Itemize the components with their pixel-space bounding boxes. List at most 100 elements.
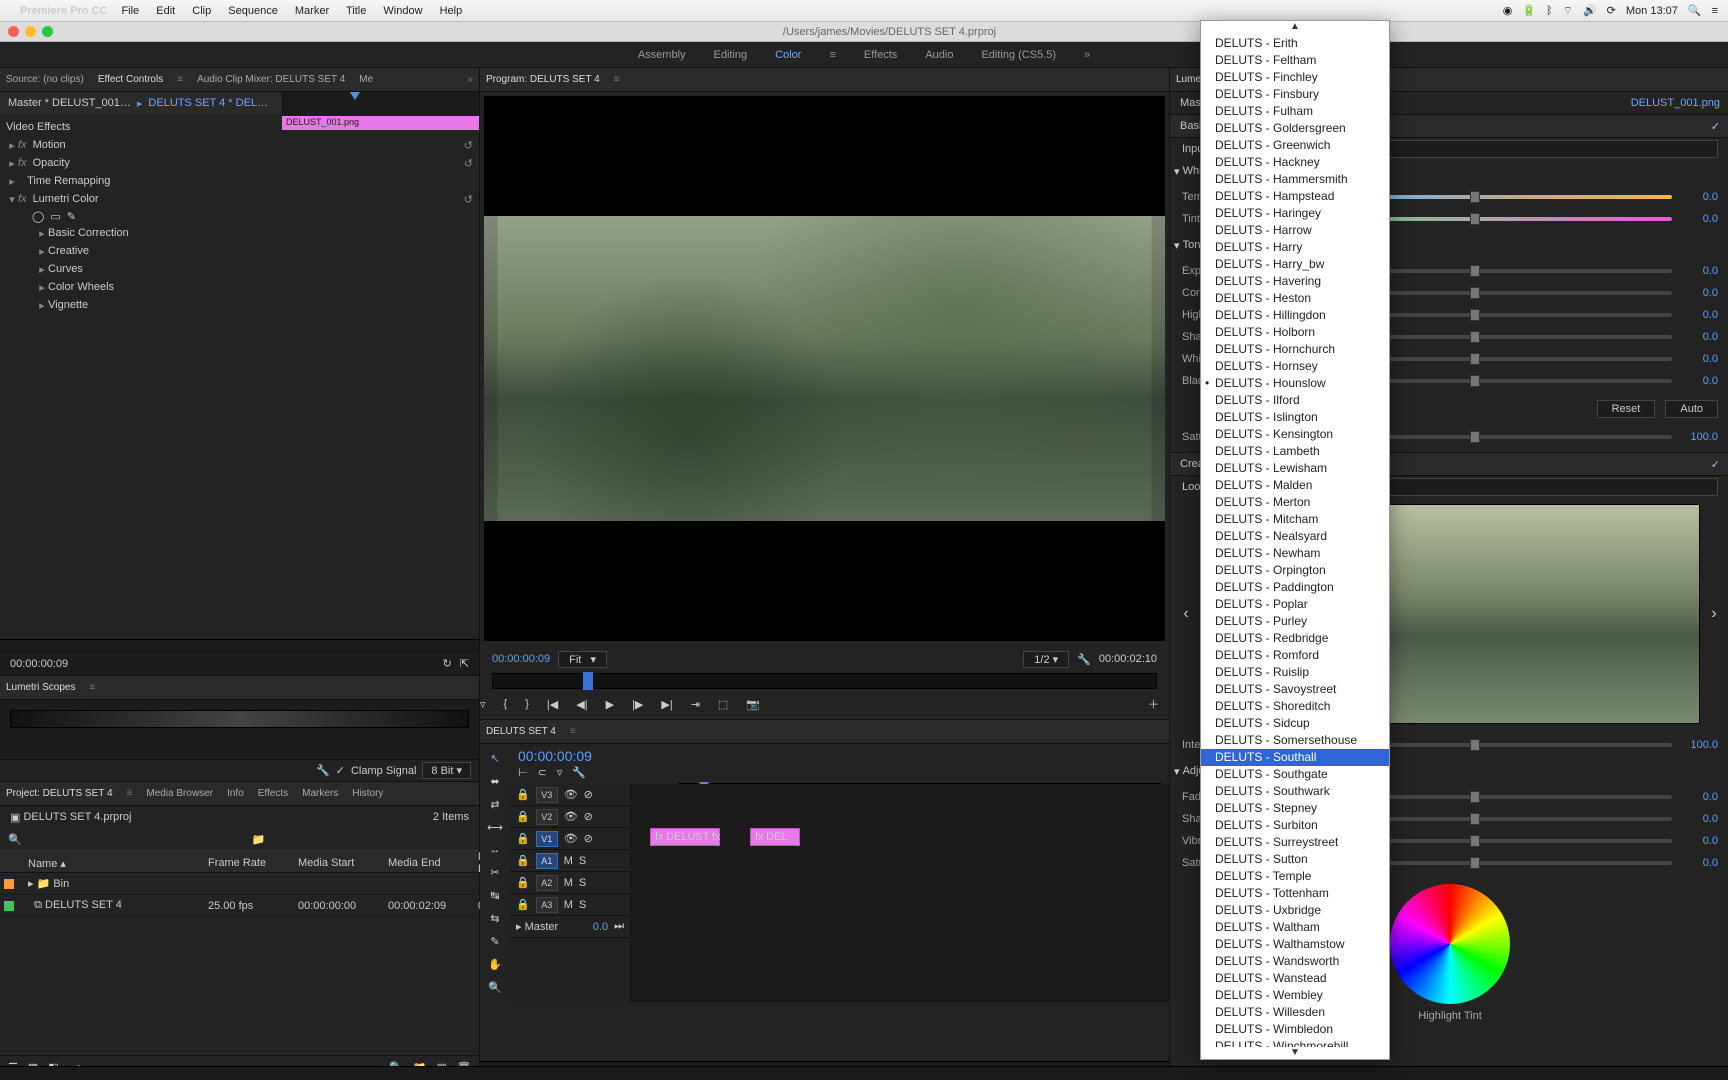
twirl-open-icon[interactable]: ▾ <box>1174 239 1180 252</box>
program-zoom-dropdown[interactable]: Fit ▾ <box>558 651 607 668</box>
dropdown-item[interactable]: DELUTS - Sidcup <box>1201 715 1389 732</box>
dropdown-item[interactable]: DELUTS - Hounslow <box>1201 375 1389 392</box>
col-media-end[interactable]: Media End <box>388 857 478 869</box>
lock-icon[interactable]: 🔒 <box>516 832 530 845</box>
dropdown-item[interactable]: DELUTS - Finchley <box>1201 69 1389 86</box>
track-a2[interactable]: A2 <box>536 875 558 891</box>
dropdown-item[interactable]: DELUTS - Harry <box>1201 239 1389 256</box>
dropdown-item[interactable]: DELUTS - Haringey <box>1201 205 1389 222</box>
tab-markers[interactable]: Markers <box>302 788 338 799</box>
effect-time-remap[interactable]: Time Remapping <box>27 175 473 187</box>
workspace-color-menu-icon[interactable]: ≡ <box>829 49 835 61</box>
go-to-out-icon[interactable]: ▶| <box>661 698 672 711</box>
sync-lock-icon[interactable]: ⊘ <box>584 810 593 823</box>
selection-tool-icon[interactable]: ↖ <box>490 752 499 765</box>
dropdown-item[interactable]: DELUTS - Wandsworth <box>1201 953 1389 970</box>
dropdown-item[interactable]: DELUTS - Hammersmith <box>1201 171 1389 188</box>
marker-add-icon[interactable]: ▿ <box>557 766 563 779</box>
timeline-clip[interactable]: fx DEL <box>750 828 800 846</box>
lumetri-creative[interactable]: Creative <box>48 245 89 257</box>
dropdown-item[interactable]: DELUTS - Willesden <box>1201 1004 1389 1021</box>
dropdown-item[interactable]: DELUTS - Ruislip <box>1201 664 1389 681</box>
dropdown-item[interactable]: DELUTS - Heston <box>1201 290 1389 307</box>
menu-sequence[interactable]: Sequence <box>228 5 278 17</box>
reset-opacity-icon[interactable]: ↺ <box>464 157 473 170</box>
clamp-signal-label[interactable]: Clamp Signal <box>351 765 416 777</box>
ec-mini-timeline[interactable]: :00 <box>282 92 479 116</box>
ec-caret-icon[interactable]: ▸ <box>137 97 143 110</box>
timeline-settings-icon[interactable]: 🔧 <box>572 766 586 779</box>
status-bluetooth-icon[interactable]: ᛒ <box>1546 5 1553 17</box>
lumetri-vignette[interactable]: Vignette <box>48 299 88 311</box>
mask-pen-icon[interactable]: ✎ <box>67 210 76 223</box>
twirl-icon[interactable]: ▸ <box>36 299 48 312</box>
dropdown-item[interactable]: DELUTS - Finsbury <box>1201 86 1389 103</box>
solo-icon[interactable]: S <box>579 899 586 911</box>
fx-badge-icon[interactable]: fx <box>18 157 27 169</box>
dropdown-item[interactable]: DELUTS - Lewisham <box>1201 460 1389 477</box>
twirl-open-icon[interactable]: ▾ <box>6 193 18 206</box>
fx-badge-icon[interactable]: fx <box>18 193 27 205</box>
lumetri-curves[interactable]: Curves <box>48 263 83 275</box>
dropdown-item[interactable]: DELUTS - Newham <box>1201 545 1389 562</box>
dropdown-scroll-down-icon[interactable]: ▼ <box>1201 1047 1389 1060</box>
tab-metadata[interactable]: Me <box>359 74 373 85</box>
menu-edit[interactable]: Edit <box>156 5 175 17</box>
program-resolution-dropdown[interactable]: 1/2 ▾ <box>1023 651 1069 668</box>
razor-tool-icon[interactable]: ✂ <box>490 866 499 879</box>
timeline-menu-icon[interactable]: ≡ <box>570 726 576 737</box>
status-wifi-icon[interactable]: ⌔ <box>1563 4 1573 18</box>
dropdown-item[interactable]: DELUTS - Kensington <box>1201 426 1389 443</box>
master-track[interactable]: ▸ Master <box>516 920 558 933</box>
twirl-icon[interactable]: ▸ <box>36 245 48 258</box>
ec-seq-clip[interactable]: DELUTS SET 4 * DEL… <box>148 97 268 109</box>
dropdown-item[interactable]: DELUTS - Surbiton <box>1201 817 1389 834</box>
program-menu-icon[interactable]: ≡ <box>614 74 620 85</box>
step-back-icon[interactable]: ◀| <box>576 698 587 711</box>
out-point-icon[interactable]: } <box>525 698 529 710</box>
sync-lock-icon[interactable]: ⊘ <box>584 788 593 801</box>
dropdown-item[interactable]: DELUTS - Sutton <box>1201 851 1389 868</box>
menu-clip[interactable]: Clip <box>192 5 211 17</box>
in-point-icon[interactable]: { <box>504 698 508 710</box>
contrast-value[interactable]: 0.0 <box>1678 287 1718 299</box>
twirl-icon[interactable]: ▸ <box>36 263 48 276</box>
program-timecode-right[interactable]: 00:00:02:10 <box>1099 653 1157 665</box>
dropdown-item[interactable]: DELUTS - Stepney <box>1201 800 1389 817</box>
twirl-icon[interactable]: ▸ <box>36 227 48 240</box>
track-a3[interactable]: A3 <box>536 897 558 913</box>
lumetri-basic[interactable]: Basic Correction <box>48 227 129 239</box>
dropdown-item[interactable]: DELUTS - Shoreditch <box>1201 698 1389 715</box>
exposure-value[interactable]: 0.0 <box>1678 265 1718 277</box>
dropdown-item[interactable]: DELUTS - Redbridge <box>1201 630 1389 647</box>
twirl-icon[interactable]: ▸ <box>6 139 18 152</box>
dropdown-item[interactable]: DELUTS - Hackney <box>1201 154 1389 171</box>
dropdown-item[interactable]: DELUTS - Erith <box>1201 35 1389 52</box>
twirl-open-icon[interactable]: ▾ <box>1174 765 1180 778</box>
spotlight-icon[interactable]: 🔍 <box>1688 4 1702 17</box>
section-enable-check-icon[interactable]: ✓ <box>1711 120 1720 133</box>
look-next-icon[interactable]: › <box>1706 605 1722 623</box>
dropdown-item[interactable]: DELUTS - Goldersgreen <box>1201 120 1389 137</box>
effect-motion[interactable]: Motion <box>33 139 464 151</box>
dropdown-item[interactable]: DELUTS - Wembley <box>1201 987 1389 1004</box>
master-value[interactable]: 0.0 <box>593 921 608 933</box>
slip-tool-icon[interactable]: ↹ <box>490 889 499 902</box>
blacks-value[interactable]: 0.0 <box>1678 375 1718 387</box>
step-forward-icon[interactable]: |▶ <box>632 698 643 711</box>
dropdown-item[interactable]: DELUTS - Harrow <box>1201 222 1389 239</box>
dropdown-item[interactable]: DELUTS - Fulham <box>1201 103 1389 120</box>
dropdown-item[interactable]: DELUTS - Islington <box>1201 409 1389 426</box>
zoom-tool-icon[interactable]: 🔍 <box>488 981 502 994</box>
saturation-value[interactable]: 100.0 <box>1678 431 1718 443</box>
menubar-clock[interactable]: Mon 13:07 <box>1626 5 1678 17</box>
extract-icon[interactable]: ⬚ <box>718 698 728 711</box>
vibrance-value[interactable]: 0.0 <box>1678 835 1718 847</box>
status-sync-icon[interactable]: ⟳ <box>1607 4 1616 17</box>
tab-effect-controls[interactable]: Effect Controls <box>98 74 163 85</box>
timeline-track-area[interactable]: fx DELUST fx fx DEL <box>630 784 1169 1002</box>
dropdown-item[interactable]: DELUTS - Romford <box>1201 647 1389 664</box>
auto-button[interactable]: Auto <box>1665 400 1718 418</box>
solo-icon[interactable]: S <box>579 855 586 867</box>
scopes-menu-icon[interactable]: ≡ <box>89 682 95 693</box>
